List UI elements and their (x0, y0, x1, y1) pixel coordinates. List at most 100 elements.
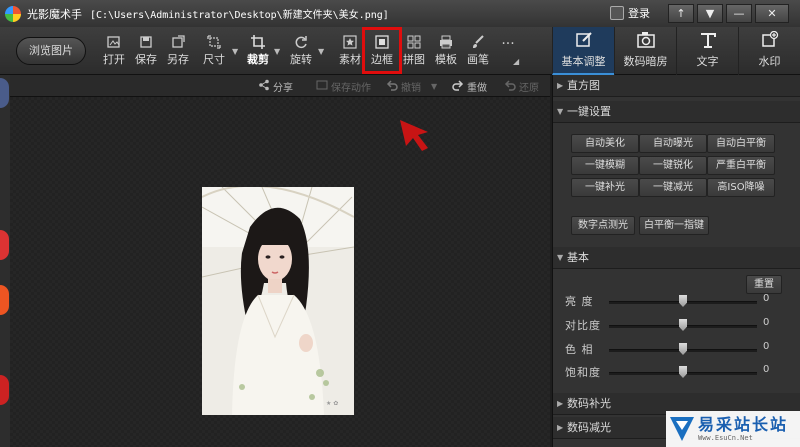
expand-arrow-icon: ▶ (557, 423, 564, 432)
site-watermark: 易采站长站 Www.EsuCn.Net (666, 411, 800, 447)
auto-white-balance-button[interactable]: 自动白平衡 (707, 134, 775, 153)
high-iso-denoise-button[interactable]: 高ISO降噪 (707, 178, 775, 197)
saturation-slider[interactable]: 饱和度 0 (553, 364, 800, 382)
redo-icon (452, 79, 464, 94)
open-button[interactable]: 打开 (97, 35, 131, 71)
restore-icon (504, 79, 516, 94)
text-icon (677, 31, 738, 53)
undo-icon (386, 79, 398, 94)
crop-icon (241, 35, 275, 53)
slider-thumb[interactable] (679, 295, 687, 307)
section-one-click[interactable]: ▼ 一键设置 (553, 101, 800, 123)
user-icon (610, 6, 624, 20)
crop-dropdown-icon[interactable]: ▼ (274, 47, 280, 56)
tab-text[interactable]: 文字 (676, 27, 738, 75)
title-bar: 光影魔术手 [C:\Users\Administrator\Desktop\新建文… (0, 0, 800, 27)
contrast-slider[interactable]: 对比度 0 (553, 317, 800, 335)
spot-metering-button[interactable]: 数字点测光 (571, 216, 635, 235)
file-path: [C:\Users\Administrator\Desktop\新建文件夹\美女… (90, 9, 389, 21)
undo-button[interactable]: 撤销 (386, 78, 421, 94)
minimize-button[interactable]: — (726, 4, 752, 23)
tab-watermark[interactable]: 水印 (738, 27, 800, 75)
print-icon (429, 35, 463, 53)
one-click-reduce-light-button[interactable]: 一键减光 (639, 178, 707, 197)
rotate-button[interactable]: 旋转 (284, 35, 318, 71)
redo-button[interactable]: 重做 (452, 78, 487, 94)
svg-text:★ ✿: ★ ✿ (326, 400, 338, 407)
section-basic[interactable]: ▼ 基本 (553, 247, 800, 269)
tab-basic-adjust[interactable]: 基本调整 (552, 27, 614, 75)
watermark-icon (739, 30, 800, 53)
camera-icon (615, 31, 676, 53)
login-label: 登录 (628, 7, 650, 20)
collage-button[interactable]: 拼图 (397, 35, 431, 71)
app-name: 光影魔术手 (27, 7, 82, 21)
brush-icon (461, 35, 495, 53)
one-click-sharpen-button[interactable]: 一键锐化 (639, 156, 707, 175)
desktop-icon (0, 78, 9, 108)
desktop-icon (0, 285, 9, 315)
browse-images-button[interactable]: 浏览图片 (16, 37, 86, 65)
loaded-photo: ★ ✿ (202, 187, 354, 415)
watermark-title: 易采站长站 (698, 414, 789, 434)
save-as-button[interactable]: 另存 (161, 35, 195, 71)
more-tools-button[interactable]: ··· (491, 35, 525, 71)
close-button[interactable]: ✕ (755, 4, 789, 23)
template-button[interactable]: 模板 (429, 35, 463, 71)
skin-button[interactable]: ↑ (668, 4, 694, 23)
save-action-button[interactable]: 保存动作 (316, 78, 371, 94)
slider-thumb[interactable] (679, 319, 687, 331)
resize-icon (197, 35, 231, 53)
rotate-dropdown-icon[interactable]: ▼ (318, 47, 324, 56)
slider-thumb[interactable] (679, 366, 687, 378)
auto-exposure-button[interactable]: 自动曝光 (639, 134, 707, 153)
expand-arrow-icon: ▶ (557, 81, 564, 90)
more-icon: ··· (501, 36, 515, 52)
severe-white-balance-button[interactable]: 严重白平衡 (707, 156, 775, 175)
window-title: 光影魔术手 [C:\Users\Administrator\Desktop\新建文… (27, 6, 389, 22)
rotate-icon (284, 35, 318, 53)
collapse-arrow-icon: ▼ (557, 253, 564, 262)
save-as-icon (161, 35, 195, 53)
one-click-blur-button[interactable]: 一键模糊 (571, 156, 639, 175)
share-icon (258, 79, 270, 94)
hue-slider[interactable]: 色 相 0 (553, 341, 800, 359)
film-icon (316, 79, 328, 94)
undo-dropdown-icon[interactable]: ▼ (431, 78, 437, 94)
frame-highlight-box (362, 27, 402, 74)
edit-icon (553, 31, 614, 53)
expand-arrow-icon: ▶ (557, 399, 564, 408)
resize-dropdown-icon[interactable]: ▼ (232, 47, 238, 56)
grid-icon (397, 35, 431, 53)
white-balance-pick-button[interactable]: 白平衡一指键 (639, 216, 709, 235)
panel-tabs: 基本调整 数码暗房 文字 水印 (552, 27, 800, 75)
brush-button[interactable]: 画笔 (461, 35, 495, 71)
reset-button[interactable]: 重置 (746, 275, 782, 294)
resize-button[interactable]: 尺寸 (197, 35, 231, 71)
slider-thumb[interactable] (679, 343, 687, 355)
tab-digital-darkroom[interactable]: 数码暗房 (614, 27, 676, 75)
auto-beautify-button[interactable]: 自动美化 (571, 134, 639, 153)
app-logo-icon (5, 5, 21, 22)
crop-button[interactable]: 裁剪 (241, 35, 275, 71)
more-dropdown-icon[interactable]: ◢ (513, 57, 519, 66)
restore-button[interactable]: 还原 (504, 78, 539, 94)
image-plus-icon (97, 35, 131, 53)
watermark-url: Www.EsuCn.Net (698, 433, 753, 442)
adjust-panel: ▶ 直方图 ▼ 一键设置 自动美化 自动曝光 自动白平衡 一键模糊 一键锐化 严… (552, 75, 800, 447)
desktop-icon (0, 230, 9, 260)
one-click-fill-light-button[interactable]: 一键补光 (571, 178, 639, 197)
share-button[interactable]: 分享 (258, 78, 293, 94)
left-desktop-strip (0, 75, 10, 447)
collapse-arrow-icon: ▼ (557, 107, 564, 116)
save-icon (129, 35, 163, 53)
section-histogram[interactable]: ▶ 直方图 (553, 75, 800, 97)
login-button[interactable]: 登录 (610, 5, 650, 21)
desktop-icon (0, 375, 9, 405)
annotation-arrow-icon (400, 120, 428, 151)
save-button[interactable]: 保存 (129, 35, 163, 71)
edit-actions-bar: 分享 保存动作 撤销 ▼ 重做 还原 (10, 75, 550, 97)
menu-button[interactable]: ▼ (697, 4, 723, 23)
site-logo-icon (670, 417, 694, 441)
brightness-slider[interactable]: 亮 度 0 (553, 293, 800, 311)
